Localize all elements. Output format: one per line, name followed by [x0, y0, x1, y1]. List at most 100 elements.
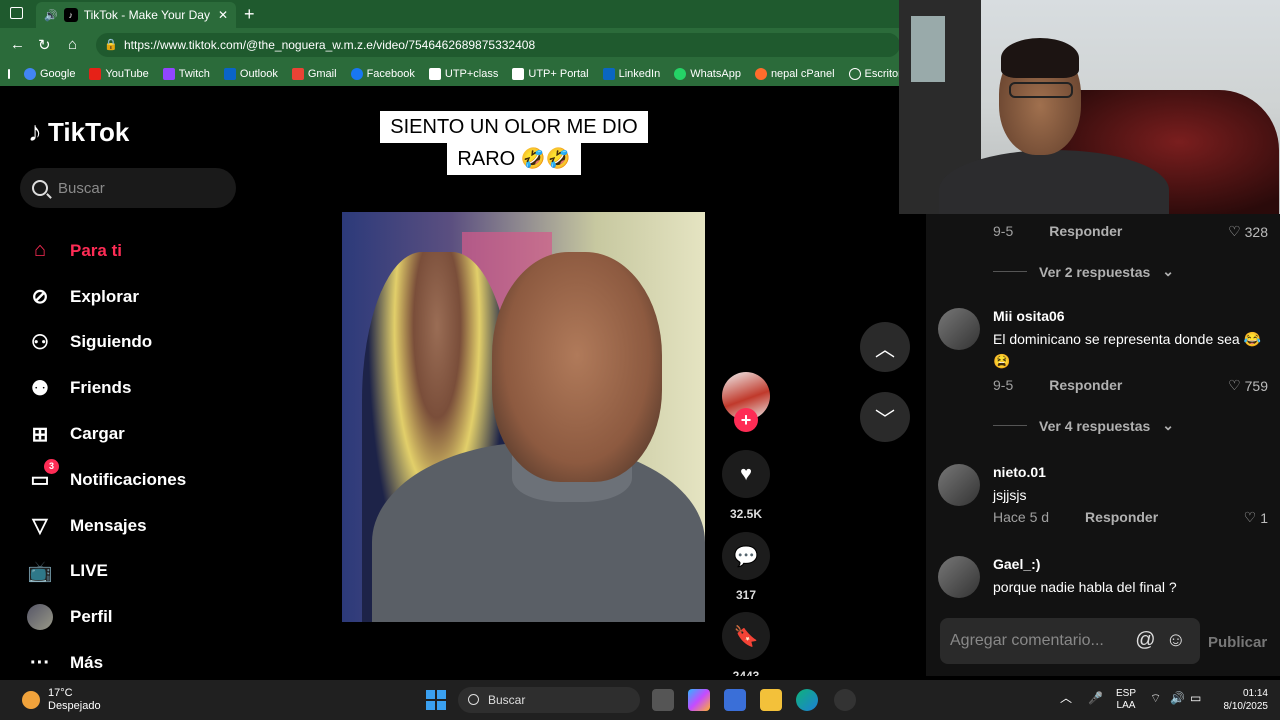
follow-plus-icon[interactable]: +: [734, 408, 758, 432]
sidebar-item-para-ti[interactable]: ⌂ Para ti: [26, 228, 186, 274]
recorder-icon[interactable]: [834, 689, 856, 711]
publish-button[interactable]: Publicar: [1208, 634, 1267, 651]
reply-button[interactable]: Responder: [1049, 223, 1122, 239]
send-icon: ▽: [32, 515, 48, 538]
comment-icon: 💬: [733, 545, 759, 568]
address-bar: ← ↻ ⌂ 🔒 https://www.tiktok.com/@the_nogu…: [0, 28, 900, 62]
bookmark-google[interactable]: Google: [24, 68, 75, 80]
store-icon[interactable]: [724, 689, 746, 711]
emoji-icon[interactable]: ☺: [1166, 629, 1186, 652]
sidebar-item-live[interactable]: 📺 LIVE: [26, 549, 186, 595]
tray-chevron-icon[interactable]: ︿: [1060, 692, 1072, 704]
taskbar-search[interactable]: Buscar: [458, 687, 640, 713]
sidebar-item-explorar[interactable]: ⊘ Explorar: [26, 274, 186, 320]
save-count: 2443: [732, 669, 760, 676]
file-explorer-icon[interactable]: [760, 689, 782, 711]
comment-like-button[interactable]: ♡ 1: [1244, 509, 1268, 526]
sidebar-item-siguiendo[interactable]: ⚇ Siguiendo: [26, 320, 186, 366]
utp-portal-icon: [512, 68, 525, 80]
glasses: [1009, 82, 1073, 98]
bookmark-youtube[interactable]: YouTube: [89, 68, 149, 80]
sidebar-item-cargar[interactable]: ⊞ Cargar: [26, 411, 186, 457]
bookmark-whatsapp[interactable]: WhatsApp: [674, 68, 741, 80]
more-dots-icon: ···: [30, 651, 50, 674]
sidebar-item-perfil[interactable]: Perfil: [26, 594, 186, 640]
bookmark-cpanel[interactable]: nepal cPanel: [754, 68, 835, 80]
search-placeholder: Buscar: [58, 179, 105, 197]
comment-meta: 9-5 Responder: [993, 377, 1123, 393]
commenter-avatar[interactable]: [938, 308, 980, 350]
commenter-name[interactable]: Mii osita06: [993, 308, 1065, 324]
bookmarks-menu-icon[interactable]: [8, 69, 10, 79]
copilot-icon[interactable]: [688, 689, 710, 711]
commenter-name[interactable]: Gael_:): [993, 556, 1040, 572]
mention-icon[interactable]: @: [1135, 629, 1155, 652]
comments-panel: 9-5 Responder ♡ 328 Ver 2 respuestas ⌄ Mii…: [926, 214, 1280, 676]
notifications-badge: 3: [44, 458, 59, 474]
browser-tab[interactable]: 🔊 ♪ TikTok - Make Your Day ✕: [36, 2, 236, 28]
browser-tab-bar: 🔊 ♪ TikTok - Make Your Day ✕ +: [0, 0, 900, 28]
wifi-icon[interactable]: ⌔: [1150, 692, 1161, 704]
bookmark-outlook[interactable]: Outlook: [223, 68, 278, 80]
start-button[interactable]: [426, 690, 446, 710]
bookmark-icon: 🔖: [733, 625, 759, 648]
sidebar-item-mas[interactable]: ··· Más: [26, 640, 186, 676]
sidebar-item-friends[interactable]: ⚉ Friends: [26, 365, 186, 411]
volume-icon[interactable]: 🔊: [1170, 692, 1185, 704]
back-icon[interactable]: ←: [10, 36, 25, 53]
search-input[interactable]: Buscar: [20, 168, 236, 208]
comment-input[interactable]: Agregar comentario... @ ☺: [940, 618, 1200, 664]
reply-button[interactable]: Responder: [1049, 377, 1122, 393]
new-tab-icon[interactable]: +: [244, 4, 255, 25]
video-caption: SIENTO UN OLOR ME DIO RARO 🤣🤣: [373, 111, 655, 175]
tiktok-favicon-icon: ♪: [63, 8, 78, 22]
refresh-icon[interactable]: ↻: [38, 36, 51, 54]
battery-icon[interactable]: ▭: [1190, 692, 1201, 704]
task-view-icon[interactable]: [652, 689, 674, 711]
previous-video-button[interactable]: ︿: [860, 322, 910, 372]
commenter-avatar[interactable]: [938, 556, 980, 598]
view-replies-button[interactable]: Ver 4 respuestas ⌄: [993, 417, 1174, 434]
reply-button[interactable]: Responder: [1085, 509, 1158, 525]
bookmark-gmail[interactable]: Gmail: [291, 68, 337, 80]
bookmark-escritorio[interactable]: Escritorio: [848, 68, 900, 80]
url-text: https://www.tiktok.com/@the_noguera_w.m.…: [124, 38, 536, 52]
user-follow-icon: ⚇: [31, 331, 49, 354]
bookmark-facebook[interactable]: Facebook: [350, 68, 415, 80]
comment-button[interactable]: 💬: [722, 532, 770, 580]
windows-taskbar: 17°C Despejado Buscar ︿ 🎤 ESP LAA ⌔ 🔊 ▭ 01…: [0, 680, 1280, 720]
next-video-button[interactable]: ﹀: [860, 392, 910, 442]
comment-like-button[interactable]: ♡ 759: [1228, 377, 1268, 394]
tab-actions-icon[interactable]: [10, 7, 23, 19]
edge-icon[interactable]: [796, 689, 818, 711]
like-button[interactable]: ♥: [722, 450, 770, 498]
commenter-avatar[interactable]: [938, 464, 980, 506]
bookmark-linkedin[interactable]: LinkedIn: [602, 68, 660, 80]
sidebar-menu: ⌂ Para ti ⊘ Explorar ⚇ Siguiendo ⚉ Friends ⊞…: [26, 228, 186, 676]
video-player[interactable]: [342, 212, 705, 622]
comment-like-button[interactable]: ♡ 328: [1228, 223, 1268, 240]
caption-line-1: SIENTO UN OLOR ME DIO: [380, 111, 648, 143]
tab-sound-icon[interactable]: 🔊: [44, 9, 58, 22]
commenter-name[interactable]: nieto.01: [993, 464, 1046, 480]
weather-widget[interactable]: 17°C Despejado: [22, 687, 101, 713]
view-replies-button[interactable]: Ver 2 respuestas ⌄: [993, 263, 1174, 280]
sidebar-item-mensajes[interactable]: ▽ Mensajes: [26, 503, 186, 549]
google-icon: [24, 68, 36, 80]
bookmark-utp-class[interactable]: UTP+class: [428, 68, 498, 80]
upload-plus-icon: ⊞: [31, 423, 49, 446]
microphone-icon[interactable]: 🎤: [1088, 692, 1103, 704]
tiktok-logo[interactable]: ♪ TikTok: [28, 116, 129, 148]
lock-icon[interactable]: 🔒: [104, 33, 118, 57]
bookmark-utp-portal[interactable]: UTP+ Portal: [512, 68, 589, 80]
search-icon: [468, 694, 479, 705]
close-tab-icon[interactable]: ✕: [218, 8, 228, 22]
language-indicator[interactable]: ESP LAA: [1116, 688, 1136, 712]
home-icon[interactable]: ⌂: [68, 36, 77, 53]
cpanel-icon: [754, 68, 767, 80]
save-button[interactable]: 🔖: [722, 612, 770, 660]
clock[interactable]: 01:14 8/10/2025: [1212, 687, 1269, 713]
url-field[interactable]: 🔒 https://www.tiktok.com/@the_noguera_w.…: [96, 33, 900, 57]
bookmark-twitch[interactable]: Twitch: [162, 68, 210, 80]
sidebar-item-notificaciones[interactable]: ▭ 3 Notificaciones: [26, 457, 186, 503]
